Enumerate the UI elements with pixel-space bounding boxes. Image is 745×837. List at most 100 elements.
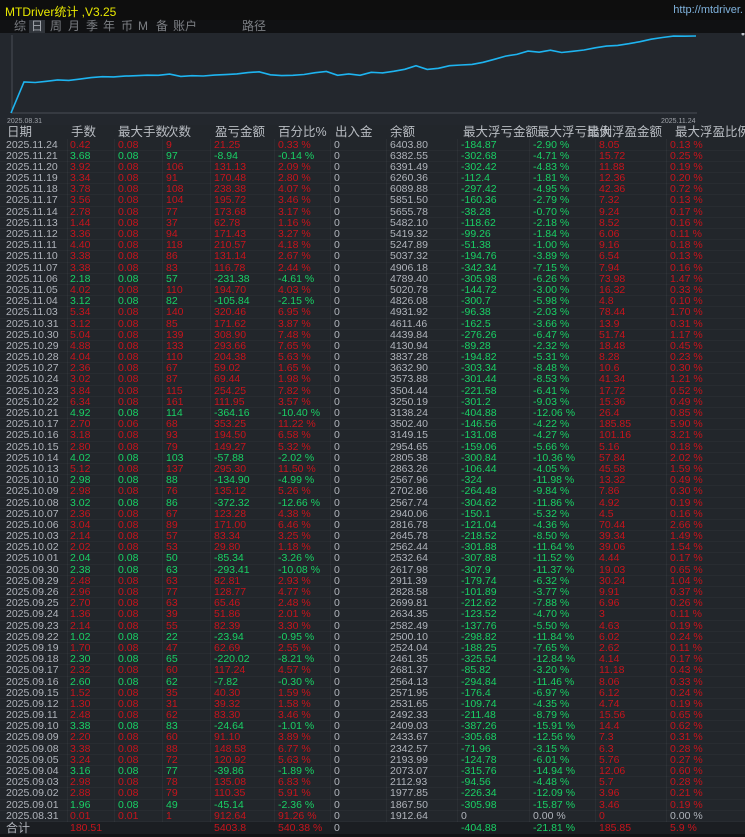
table-row[interactable]: 2025.10.15 2.80 0.08 79 149.27 5.32 % 0 2954.65… <box>0 441 745 453</box>
table-row[interactable]: 2025.10.16 3.18 0.08 93 194.50 6.58 % 0 3149.15… <box>0 429 745 441</box>
column-header-max-float-profit[interactable]: 最大浮盈金额 <box>587 125 662 139</box>
table-row[interactable]: 2025.10.29 4.88 0.08 133 293.66 7.65 % 0 4130.9… <box>0 339 745 352</box>
tab-3[interactable]: 月 <box>66 20 82 33</box>
table-row[interactable]: 2025.11.14 2.78 0.08 77 173.68 3.17 % 0 5655.78… <box>0 206 745 218</box>
column-header-max-float-loss[interactable]: 最大浮亏金额 <box>463 125 538 139</box>
table-row[interactable]: 2025.10.17 2.70 0.06 68 353.25 11.22 % 0 3502.4… <box>0 418 745 430</box>
table-row[interactable]: 2025.11.05 4.02 0.08 110 194.70 4.03 % 0 5020.7… <box>0 283 745 296</box>
table-row[interactable]: 2025.09.03 2.98 0.08 78 135.08 6.83 % 0 2112.93… <box>0 776 745 788</box>
cell-pnl: 83.34 <box>214 530 241 543</box>
table-row[interactable]: 2025.11.04 3.12 0.08 82 -105.84 -2.15 % 0 4826.… <box>0 295 745 307</box>
tab-9[interactable]: 账户 <box>171 20 199 33</box>
table-row[interactable]: 2025.10.08 3.02 0.08 86 -372.32 -12.66 % 0 2567… <box>0 497 745 509</box>
tab-5[interactable]: 年 <box>101 20 117 33</box>
table-row[interactable]: 2025.09.16 2.60 0.08 62 -7.82 -0.30 % 0 2564.13… <box>0 676 745 688</box>
table-row[interactable]: 2025.10.01 2.04 0.08 50 -85.34 -3.26 % 0 2532.6… <box>0 552 745 564</box>
table-row[interactable]: 2025.09.19 1.70 0.08 47 62.69 2.55 % 0 2524.04 -… <box>0 642 745 654</box>
table-row[interactable]: 2025.11.21 3.68 0.08 97 -8.94 -0.14 % 0 6382.55… <box>0 150 745 162</box>
table-row[interactable]: 2025.09.15 1.52 0.08 35 40.30 1.59 % 0 2571.95 -… <box>0 686 745 699</box>
table-row[interactable]: 2025.09.24 1.36 0.08 39 51.86 2.01 % 0 2634.35 -… <box>0 608 745 621</box>
table-row[interactable]: 2025.11.10 3.38 0.08 86 131.14 2.67 % 0 5037.32… <box>0 250 745 263</box>
table-row[interactable]: 2025.10.23 3.84 0.08 115 254.25 7.82 % 0 3504.4… <box>0 384 745 397</box>
column-header-date[interactable]: 日期 <box>7 125 32 139</box>
cell-max-float-loss-pct: -8.53 % <box>533 373 570 386</box>
table-row[interactable]: 2025.11.13 1.44 0.08 37 62.78 1.16 % 0 5482.10 -… <box>0 217 745 229</box>
table-row[interactable]: 2025.10.02 2.02 0.08 53 29.80 1.18 % 0 2562.44 -… <box>0 541 745 553</box>
table-row[interactable]: 2025.10.30 5.04 0.08 139 308.90 7.48 % 0 4439.8… <box>0 328 745 341</box>
table-row[interactable]: 2025.11.12 3.36 0.08 94 171.43 3.27 % 0 5419.32… <box>0 228 745 240</box>
column-header-max-float-profit-pct[interactable]: 最大浮盈比例 <box>675 125 745 139</box>
cell-date: 2025.11.05 <box>6 283 58 296</box>
column-header-deposit[interactable]: 出入金 <box>335 125 373 139</box>
table-row[interactable]: 2025.11.07 3.38 0.08 83 116.78 2.44 % 0 4906.18… <box>0 262 745 274</box>
table-row[interactable]: 2025.09.05 3.24 0.08 72 120.92 5.63 % 0 2193.99… <box>0 754 745 766</box>
table-row[interactable]: 2025.09.17 2.32 0.08 60 117.24 4.57 % 0 2681.37… <box>0 664 745 676</box>
table-row[interactable]: 2025.10.31 3.12 0.08 85 171.62 3.87 % 0 4611.46… <box>0 318 745 330</box>
column-header-pct[interactable]: 百分比% <box>278 125 327 139</box>
table-row[interactable]: 2025.11.18 3.78 0.08 108 238.38 4.07 % 0 6089.8… <box>0 183 745 195</box>
cell-max-float-loss: -221.58 <box>461 384 497 397</box>
table-row[interactable]: 2025.09.12 1.30 0.08 31 39.32 1.58 % 0 2531.65 -… <box>0 697 745 710</box>
tab-1[interactable]: 日 <box>29 20 46 33</box>
table-row[interactable]: 2025.09.09 2.20 0.08 60 91.10 3.89 % 0 2433.67 -… <box>0 731 745 743</box>
table-row[interactable]: 2025.09.26 2.96 0.08 77 128.77 4.77 % 0 2828.58… <box>0 586 745 598</box>
table-row[interactable]: 2025.09.04 3.16 0.08 77 -39.86 -1.89 % 0 2073.0… <box>0 765 745 777</box>
table-row[interactable]: 2025.11.19 3.34 0.08 91 170.48 2.80 % 0 6260.36… <box>0 172 745 184</box>
tab-2[interactable]: 周 <box>48 20 64 33</box>
cell-max-lots: 0.08 <box>118 462 139 475</box>
table-row[interactable]: 2025.09.29 2.48 0.08 63 82.81 2.93 % 0 2911.39 -… <box>0 574 745 587</box>
column-header-balance[interactable]: 余额 <box>390 125 415 139</box>
cell-max-float-profit: 6.54 <box>599 250 620 263</box>
cell-deposit: 0 <box>334 328 340 341</box>
cell-max-float-loss-pct: -4.70 % <box>533 608 570 621</box>
cell-pnl: 293.66 <box>214 339 247 352</box>
table-row[interactable]: 2025.11.11 4.40 0.08 118 210.57 4.18 % 0 5247.8… <box>0 239 745 251</box>
table-row[interactable]: 2025.10.22 6.34 0.08 161 111.95 3.57 % 0 3250.1… <box>0 395 745 408</box>
table-row[interactable]: 2025.10.28 4.04 0.08 110 204.38 5.63 % 0 3837.2… <box>0 351 745 363</box>
column-header-pnl[interactable]: 盈亏金额 <box>215 125 265 139</box>
table-row[interactable]: 2025.09.10 3.38 0.08 83 -24.64 -1.01 % 0 2409.0… <box>0 720 745 732</box>
tab-6[interactable]: 币 <box>119 20 135 33</box>
table-row[interactable]: 2025.09.22 1.02 0.08 22 -23.94 -0.95 % 0 2500.1… <box>0 631 745 643</box>
table-row[interactable]: 2025.10.06 3.04 0.08 89 171.00 6.46 % 0 2816.78… <box>0 519 745 531</box>
column-header-lots[interactable]: 手数 <box>71 125 96 139</box>
cell-date: 2025.09.30 <box>6 563 59 576</box>
table-row[interactable]: 2025.10.03 2.14 0.08 57 83.34 3.25 % 0 2645.78 -… <box>0 530 745 543</box>
cell-balance: 2531.65 <box>390 697 428 710</box>
table-row[interactable]: 2025.11.20 3.92 0.08 106 131.13 2.09 % 0 6391.4… <box>0 161 745 173</box>
cell-lots: 1.52 <box>70 686 91 699</box>
table-row[interactable]: 2025.10.07 2.36 0.08 67 123.28 4.38 % 0 2940.06… <box>0 508 745 520</box>
chart-resize-handle[interactable] <box>741 33 745 36</box>
table-row[interactable]: 2025.11.24 0.42 0.08 9 21.25 0.33 % 0 6403.80 -1… <box>0 139 745 151</box>
table-row[interactable]: 2025.09.08 3.38 0.08 88 148.58 6.77 % 0 2342.57… <box>0 743 745 755</box>
tab-10[interactable]: 路径 <box>240 20 268 33</box>
table-row[interactable]: 2025.11.17 3.56 0.08 104 195.72 3.46 % 0 5851.5… <box>0 194 745 206</box>
table-row[interactable]: 2025.10.09 2.98 0.08 76 135.12 5.26 % 0 2702.86… <box>0 485 745 497</box>
table-row[interactable]: 2025.10.13 5.12 0.08 137 295.30 11.50 % 0 2863.… <box>0 462 745 475</box>
table-row[interactable]: 2025.10.24 3.02 0.08 87 69.44 1.98 % 0 3573.88 -… <box>0 373 745 386</box>
cell-max-lots: 0.08 <box>118 283 139 296</box>
tab-4[interactable]: 季 <box>84 20 100 33</box>
table-row[interactable]: 2025.10.27 2.36 0.08 67 59.02 1.65 % 0 3632.90 -… <box>0 362 745 374</box>
column-header-count[interactable]: 次数 <box>166 125 191 139</box>
table-row[interactable]: 2025.09.02 2.88 0.08 79 110.35 5.91 % 0 1977.85… <box>0 787 745 799</box>
table-row[interactable]: 2025.11.06 2.18 0.08 57 -231.38 -4.61 % 0 4789.… <box>0 273 745 285</box>
tab-7[interactable]: M <box>136 20 150 33</box>
tab-8[interactable]: 备 <box>154 20 170 33</box>
cell-date: 2025.10.22 <box>6 395 59 408</box>
table-row[interactable]: 2025.09.30 2.38 0.08 63 -293.41 -10.08 % 0 2617… <box>0 563 745 576</box>
table-row[interactable]: 2025.10.10 2.98 0.08 88 -134.90 -4.99 % 0 2567.… <box>0 474 745 486</box>
table-row[interactable]: 2025.09.23 2.14 0.08 55 82.39 3.30 % 0 2582.49 -… <box>0 620 745 632</box>
cell-balance: 2911.39 <box>390 574 428 587</box>
column-header-max-lots[interactable]: 最大手数 <box>118 125 168 139</box>
table-row[interactable]: 2025.09.11 2.48 0.08 62 83.30 3.46 % 0 2492.33 -… <box>0 709 745 721</box>
website-link[interactable]: http://mtdriver. <box>673 4 743 16</box>
table-row[interactable]: 2025.09.18 2.30 0.08 65 -220.02 -8.21 % 0 2461.… <box>0 653 745 665</box>
table-row[interactable]: 2025.09.01 1.96 0.08 49 -45.14 -2.36 % 0 1867.5… <box>0 799 745 811</box>
table-row[interactable]: 2025.10.14 4.02 0.08 103 -57.88 -2.02 % 0 2805.… <box>0 452 745 464</box>
table-row[interactable]: 2025.11.03 5.34 0.08 140 320.46 6.95 % 0 4931.9… <box>0 306 745 318</box>
table-row[interactable]: 2025.09.25 2.70 0.08 63 65.46 2.48 % 0 2699.81 -… <box>0 597 745 609</box>
table-row[interactable]: 2025.10.21 4.92 0.08 114 -364.16 -10.40 % 0 313… <box>0 407 745 419</box>
table-row[interactable]: 2025.08.31 0.01 0.01 1 912.64 91.26 % 0 1912.64… <box>0 810 745 822</box>
tab-0[interactable]: 综 <box>12 20 28 33</box>
